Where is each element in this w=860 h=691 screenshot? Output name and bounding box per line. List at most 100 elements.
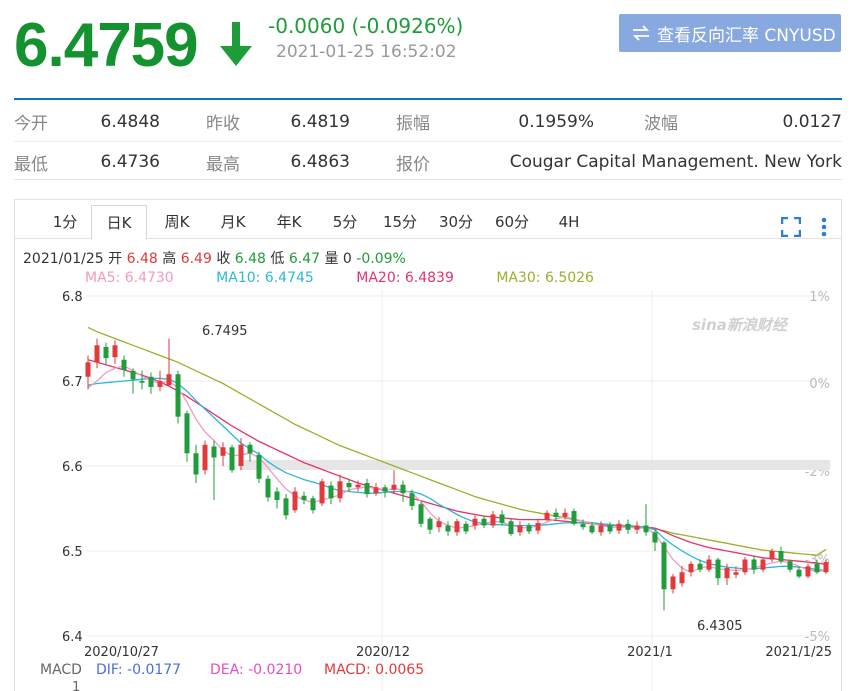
- y-tick-label: 6.6: [62, 460, 83, 475]
- x-tick-label: 2020/12: [356, 645, 410, 660]
- candle-body: [193, 453, 199, 475]
- macd-dea: DEA: -0.0210: [210, 662, 302, 678]
- candle-body: [796, 569, 802, 577]
- candle-body: [364, 483, 370, 495]
- y-tick-label: 6.8: [62, 290, 83, 305]
- candle-body: [121, 359, 127, 370]
- candle-body: [184, 413, 190, 454]
- x-tick-label: 2021/1: [627, 645, 673, 660]
- candle-body: [175, 374, 181, 417]
- candle-body: [652, 532, 658, 543]
- candlestick-chart: 6.86.76.66.56.41%0%-2%-3%-5%2020/10/27 20…: [40, 290, 832, 691]
- candle-body: [283, 498, 289, 516]
- candle-body: [472, 518, 478, 526]
- candle-body: [346, 483, 352, 488]
- y-tick-label: 6.4: [62, 630, 83, 645]
- candle-body: [454, 521, 460, 533]
- candle-body: [706, 559, 712, 570]
- candle-body: [220, 447, 226, 456]
- candle-body: [112, 345, 118, 358]
- candle-body: [400, 484, 406, 494]
- candle-body: [805, 566, 811, 577]
- candle-body: [589, 525, 595, 533]
- candle-body: [463, 523, 469, 532]
- x-tick-label: 2021/1/25: [765, 645, 832, 660]
- pct-tick-label: 1%: [809, 290, 830, 305]
- candle-body: [769, 551, 775, 560]
- candle-body: [616, 523, 622, 531]
- macd-axis-label: 1: [72, 680, 80, 691]
- candle-body: [301, 495, 307, 500]
- watermark: sina新浪财经: [692, 316, 789, 334]
- candle-body: [373, 487, 379, 494]
- candle-body: [562, 512, 568, 517]
- candle-body: [787, 561, 793, 570]
- candle-body: [310, 498, 316, 511]
- candle-body: [103, 347, 109, 359]
- candle-body: [724, 568, 730, 579]
- candle-body: [742, 559, 748, 573]
- chart-ticks: 6.86.76.66.56.41%0%-2%-3%-5%2020/10/27 20…: [62, 290, 832, 660]
- candle-body: [751, 559, 757, 570]
- candle-body: [823, 562, 829, 573]
- candle-body: [571, 511, 577, 524]
- candle-body: [625, 523, 631, 530]
- candle-body: [697, 563, 703, 570]
- candle-body: [148, 376, 154, 387]
- candle-body: [445, 525, 451, 532]
- x-tick-label: 2020/10/27: [84, 645, 159, 660]
- candle-body: [544, 512, 550, 520]
- candle-body: [553, 512, 559, 517]
- candle-body: [607, 525, 613, 532]
- pct-tick-label: -5%: [805, 630, 830, 645]
- candle-body: [238, 444, 244, 466]
- candle-body: [292, 491, 298, 511]
- candle-body: [382, 487, 388, 492]
- candle-body: [643, 525, 649, 533]
- candle-body: [490, 514, 496, 526]
- candle-body: [166, 374, 172, 386]
- candle-body: [670, 576, 676, 590]
- candle-body: [436, 521, 442, 528]
- candle-body: [733, 572, 739, 575]
- candle-body: [256, 454, 262, 479]
- candle-body: [355, 484, 361, 488]
- candle-body: [328, 485, 334, 499]
- candle-body: [130, 370, 136, 380]
- candle-body: [508, 521, 514, 534]
- candles: [85, 338, 829, 611]
- candle-body: [409, 493, 415, 506]
- y-tick-label: 6.7: [62, 375, 83, 390]
- range-highlight-band: [240, 460, 830, 470]
- candle-body: [778, 551, 784, 562]
- candle-body: [715, 559, 721, 579]
- candle-body: [517, 525, 523, 533]
- candle-body: [85, 362, 91, 377]
- candle-body: [760, 559, 766, 570]
- candle-body: [202, 444, 208, 471]
- candle-body: [598, 525, 604, 533]
- candle-body: [661, 542, 667, 590]
- candle-body: [319, 481, 325, 504]
- candle-body: [157, 381, 163, 387]
- candle-body: [211, 446, 217, 458]
- macd-dif: DIF: -0.0177: [96, 662, 181, 678]
- candle-body: [427, 518, 433, 530]
- candle-body: [274, 491, 280, 500]
- candle-body: [94, 345, 100, 363]
- candle-body: [481, 518, 487, 526]
- annotations: 6.7495 6.4305: [202, 324, 743, 634]
- candle-body: [535, 522, 541, 531]
- y-tick-label: 6.5: [62, 545, 83, 560]
- extreme-value-label: 6.7495: [202, 324, 248, 339]
- candle-body: [229, 447, 235, 471]
- candle-body: [337, 481, 343, 499]
- candle-body: [247, 444, 253, 454]
- macd-title: MACD: [40, 662, 82, 678]
- candle-body: [526, 525, 532, 532]
- macd-value: MACD: 0.0065: [324, 662, 424, 678]
- candle-body: [814, 563, 820, 573]
- candle-body: [139, 381, 145, 383]
- extreme-value-label: 6.4305: [697, 619, 743, 634]
- candle-body: [634, 525, 640, 530]
